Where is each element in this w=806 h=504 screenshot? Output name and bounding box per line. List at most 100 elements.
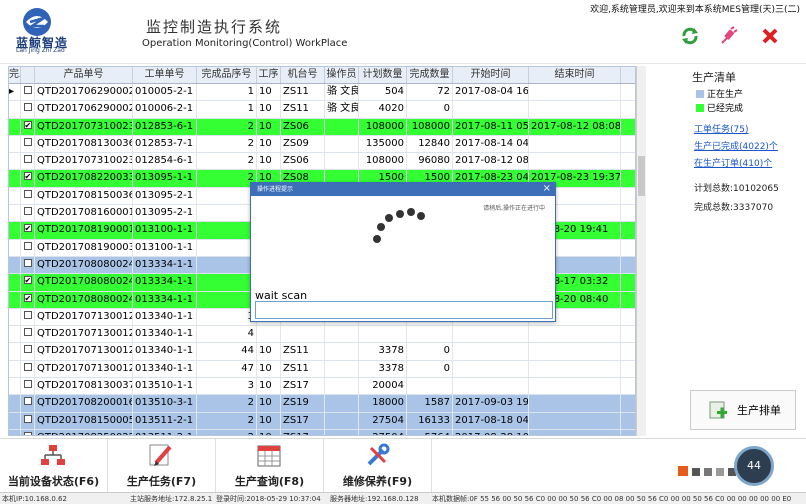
checkbox[interactable] (23, 292, 32, 307)
row-complete-checkbox[interactable] (21, 256, 35, 274)
maintenance-button[interactable]: 维修保养(F9) (324, 439, 432, 493)
row-complete-checkbox[interactable] (21, 135, 35, 153)
col-header-end[interactable]: 结束时间 (529, 67, 621, 83)
cell-order: QTD201707130012 (35, 326, 133, 343)
checkbox[interactable] (23, 362, 32, 371)
row-complete-checkbox[interactable] (21, 274, 35, 291)
cell-end: 2017-08-12 08:08 (529, 118, 621, 135)
row-complete-checkbox[interactable] (21, 326, 35, 343)
checkbox[interactable] (23, 207, 32, 216)
row-complete-checkbox[interactable] (21, 343, 35, 360)
table-row[interactable]: QTD201707310023 012854-6-1 2 10 ZS06 108000 96… (9, 153, 635, 171)
row-complete-checkbox[interactable] (21, 118, 35, 135)
col-header-flag[interactable] (21, 67, 35, 83)
checkbox[interactable] (23, 241, 32, 250)
table-row[interactable]: QTD201708250022013511-2-1210ZS17 27504576… (9, 429, 635, 435)
cell-machine: ZS11 (281, 343, 325, 360)
cell-order: QTD201708130037 (35, 378, 133, 395)
production-query-label: 生产查询(F8) (234, 475, 305, 488)
checkbox[interactable] (23, 431, 32, 435)
cell-seq: 2 (197, 395, 257, 412)
checkbox[interactable] (23, 397, 32, 406)
cell-proc: 10 (257, 153, 281, 170)
table-row[interactable]: QTD201708150005 013511-2-1 2 10 ZS17 27504 161… (9, 412, 635, 430)
checkbox[interactable] (23, 86, 32, 94)
checkbox[interactable] (23, 155, 32, 164)
checkbox[interactable] (23, 310, 32, 319)
cell-machine: ZS11 (281, 84, 325, 101)
row-complete-checkbox[interactable] (21, 291, 35, 308)
checkbox[interactable] (23, 119, 32, 134)
row-complete-checkbox[interactable] (21, 205, 35, 222)
performance-badge[interactable]: 44 (734, 446, 774, 486)
tasks-link[interactable]: 工单任务(75) (694, 122, 800, 135)
col-header-machine[interactable]: 机台号 (281, 67, 325, 83)
row-complete-checkbox[interactable] (21, 239, 35, 256)
row-complete-checkbox[interactable] (21, 153, 35, 170)
scrollbar-thumb[interactable] (638, 156, 645, 196)
checkbox[interactable] (23, 170, 32, 185)
row-complete-checkbox[interactable] (21, 378, 35, 395)
col-header-workorder[interactable]: 工单单号 (133, 67, 197, 83)
col-header-start[interactable]: 开始时间 (453, 67, 529, 83)
col-header-done-qty[interactable]: 完成数量 (407, 67, 453, 83)
table-row[interactable]: QTD201708130036 012853-7-1 2 10 ZS09 135000 12… (9, 135, 635, 154)
checkbox[interactable] (23, 414, 32, 423)
row-complete-checkbox[interactable] (21, 395, 35, 412)
row-complete-checkbox[interactable] (21, 170, 35, 187)
row-complete-checkbox[interactable] (21, 222, 35, 239)
col-header-seq[interactable]: 完成品序号 (197, 67, 257, 83)
cell-seq: 47 (197, 360, 257, 378)
cell-order: QTD201708190001 (35, 222, 133, 239)
checkbox[interactable] (23, 222, 32, 237)
col-header-plan-qty[interactable]: 计划数量 (359, 67, 407, 83)
row-complete-checkbox[interactable] (21, 412, 35, 429)
checkbox[interactable] (23, 345, 32, 354)
checkbox[interactable] (23, 103, 32, 112)
grid-scrollbar[interactable] (636, 66, 646, 436)
dialog-close-icon[interactable]: × (543, 183, 551, 195)
table-row[interactable]: QTD201707130012 013340-1-1 47 10 ZS11 3378 0 (9, 360, 635, 379)
table-row[interactable]: QTD201707130012 013340-1-1 44 10 ZS11 3378 0 (9, 343, 635, 361)
row-complete-checkbox[interactable] (21, 308, 35, 326)
table-row[interactable]: QTD201707310023012853-6-1210ZS06 10800010… (9, 118, 635, 136)
table-row[interactable]: QTD201708200016 013510-3-1 2 10 ZS19 18000 158… (9, 395, 635, 413)
checkbox[interactable] (23, 258, 32, 267)
close-icon[interactable] (760, 26, 780, 46)
col-header-complete[interactable]: 完工 (9, 67, 21, 83)
table-row[interactable]: QTD201708130037 013510-1-1 3 10 ZS17 20004 (9, 378, 635, 396)
cell-done: 96080 (407, 153, 453, 170)
cell-end (529, 412, 621, 429)
row-complete-checkbox[interactable] (21, 429, 35, 435)
schedule-button[interactable]: 生产排单 (690, 390, 796, 430)
refresh-icon[interactable] (680, 26, 700, 46)
production-query-button[interactable]: 生产查询(F8) (216, 439, 324, 493)
col-header-process[interactable]: 工序 (257, 67, 281, 83)
row-complete-checkbox[interactable] (21, 187, 35, 205)
device-status-button[interactable]: 当前设备状态(F6) (0, 439, 108, 493)
row-complete-checkbox[interactable] (21, 101, 35, 118)
cell-done: 0 (407, 343, 453, 360)
cell-end (529, 101, 621, 118)
table-row[interactable]: QTD201706290002 010006-2-1 1 10 ZS11 骆 文良 4020… (9, 101, 635, 119)
checkbox[interactable] (23, 274, 32, 289)
checkbox[interactable] (23, 137, 32, 146)
cell-done: 1587 (407, 395, 453, 412)
table-row[interactable]: QTD201707130012 013340-1-1 4 (9, 326, 635, 344)
table-row[interactable]: ▸ QTD201706290002 010005-2-1 1 10 ZS11 骆 文良 504… (9, 84, 635, 102)
in-production-link[interactable]: 在生产订单(410)个 (694, 156, 800, 169)
production-task-button[interactable]: 生产任务(F7) (108, 439, 216, 493)
cell-seq: 2 (197, 412, 257, 429)
checkbox[interactable] (23, 328, 32, 337)
status-bar: 本机IP:10.168.0.62 主站服务地址:172.8.25.1 登录时间:… (0, 492, 806, 504)
plug-icon[interactable] (718, 26, 738, 46)
col-header-order[interactable]: 产品单号 (35, 67, 133, 83)
checkbox[interactable] (23, 380, 32, 389)
row-complete-checkbox[interactable] (21, 360, 35, 378)
completed-link[interactable]: 生产已完成(4022)个 (694, 139, 800, 152)
cell-start (453, 101, 529, 118)
row-complete-checkbox[interactable] (21, 84, 35, 101)
col-header-operator[interactable]: 操作员 (325, 67, 359, 83)
checkbox[interactable] (23, 189, 32, 198)
row-pointer (9, 378, 21, 395)
